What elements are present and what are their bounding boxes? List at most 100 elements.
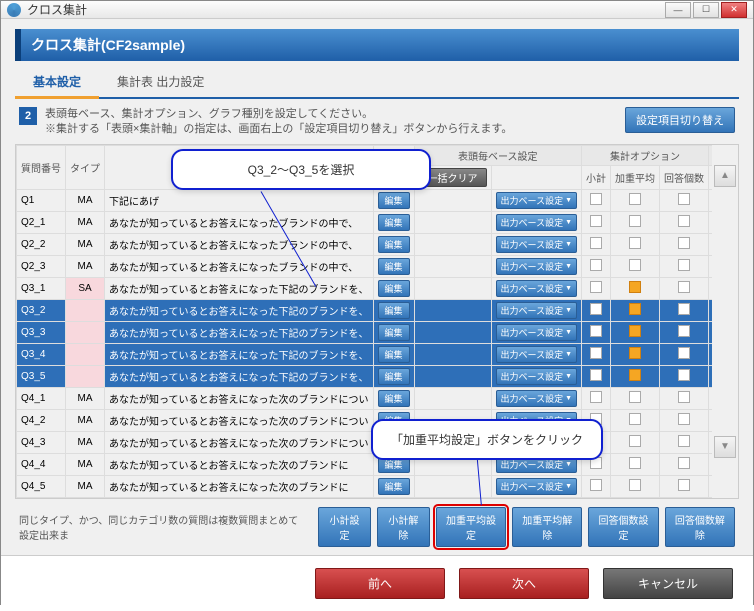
table-row[interactable]: Q4_2MAあなたが知っているとお答えになった次のブランドについ編集出力ベース設…: [17, 409, 713, 431]
next-button[interactable]: 次へ: [459, 568, 589, 599]
table-row[interactable]: Q2_2MAあなたが知っているとお答えになったブランドの中で、編集出力ベース設定…: [17, 233, 713, 255]
cancel-button[interactable]: キャンセル: [603, 568, 733, 599]
count-checkbox[interactable]: [678, 193, 690, 205]
cell-type: MA: [66, 431, 105, 453]
weight-checkbox[interactable]: [629, 303, 641, 315]
count-clear-button[interactable]: 回答個数解除: [665, 507, 735, 547]
table-row[interactable]: Q3_5あなたが知っているとお答えになった下記のブランドを、編集出力ベース設定 …: [17, 365, 713, 387]
prev-button[interactable]: 前へ: [315, 568, 445, 599]
weight-checkbox[interactable]: [629, 413, 641, 425]
count-checkbox[interactable]: [678, 281, 690, 293]
scroll-up-button[interactable]: ▲: [714, 165, 736, 187]
weight-checkbox[interactable]: [629, 391, 641, 403]
output-base-button[interactable]: 出力ベース設定 ▼: [496, 478, 578, 495]
edit-button[interactable]: 編集: [378, 236, 410, 253]
count-checkbox[interactable]: [678, 237, 690, 249]
subtotal-checkbox[interactable]: [590, 281, 602, 293]
weight-checkbox[interactable]: [629, 479, 641, 491]
subtotal-checkbox[interactable]: [590, 479, 602, 491]
count-checkbox[interactable]: [678, 435, 690, 447]
count-checkbox[interactable]: [678, 215, 690, 227]
output-base-button[interactable]: 出力ベース設定 ▼: [496, 192, 578, 209]
edit-button[interactable]: 編集: [378, 258, 410, 275]
count-checkbox[interactable]: [678, 413, 690, 425]
subtotal-checkbox[interactable]: [590, 215, 602, 227]
table-row[interactable]: Q2_3MAあなたが知っているとお答えになったブランドの中で、編集出力ベース設定…: [17, 255, 713, 277]
weight-checkbox[interactable]: [629, 259, 641, 271]
table-row[interactable]: Q4_1MAあなたが知っているとお答えになった次のブランドについ編集出力ベース設…: [17, 387, 713, 409]
subtotal-checkbox[interactable]: [590, 193, 602, 205]
switch-settings-button[interactable]: 設定項目切り替え: [625, 107, 735, 133]
subtotal-checkbox[interactable]: [590, 303, 602, 315]
edit-button[interactable]: 編集: [378, 390, 410, 407]
table-row[interactable]: Q3_1SAあなたが知っているとお答えになった下記のブランドを、編集出力ベース設…: [17, 277, 713, 299]
edit-button[interactable]: 編集: [378, 478, 410, 495]
table-row[interactable]: Q3_4あなたが知っているとお答えになった下記のブランドを、編集出力ベース設定 …: [17, 343, 713, 365]
subtotal-set-button[interactable]: 小計設定: [318, 507, 371, 547]
subtotal-checkbox[interactable]: [590, 391, 602, 403]
subtotal-checkbox[interactable]: [590, 369, 602, 381]
weight-checkbox[interactable]: [629, 347, 641, 359]
count-set-button[interactable]: 回答個数設定: [588, 507, 658, 547]
weight-checkbox[interactable]: [629, 281, 641, 293]
count-checkbox[interactable]: [678, 325, 690, 337]
weight-checkbox[interactable]: [629, 457, 641, 469]
close-button[interactable]: ✕: [721, 2, 747, 18]
output-base-button[interactable]: 出力ベース設定 ▼: [496, 324, 578, 341]
chevron-down-icon: ▼: [565, 329, 572, 336]
cell-type: [66, 365, 105, 387]
table-row[interactable]: Q1MA下記にあげ編集出力ベース設定 ▼棒（全1 ▾: [17, 189, 713, 211]
weight-checkbox[interactable]: [629, 435, 641, 447]
count-checkbox[interactable]: [678, 347, 690, 359]
maximize-button[interactable]: ☐: [693, 2, 719, 18]
table-row[interactable]: Q2_1MAあなたが知っているとお答えになったブランドの中で、編集出力ベース設定…: [17, 211, 713, 233]
table-row[interactable]: Q4_4MAあなたが知っているとお答えになった次のブランドに編集出力ベース設定 …: [17, 453, 713, 475]
titlebar: クロス集計 — ☐ ✕: [1, 1, 753, 19]
weight-set-button[interactable]: 加重平均設定: [436, 507, 506, 547]
edit-button[interactable]: 編集: [378, 368, 410, 385]
weight-checkbox[interactable]: [629, 237, 641, 249]
count-checkbox[interactable]: [678, 259, 690, 271]
output-base-button[interactable]: 出力ベース設定 ▼: [496, 236, 578, 253]
output-base-button[interactable]: 出力ベース設定 ▼: [496, 280, 578, 297]
edit-button[interactable]: 編集: [378, 280, 410, 297]
edit-button[interactable]: 編集: [378, 214, 410, 231]
output-base-button[interactable]: 出力ベース設定 ▼: [496, 346, 578, 363]
edit-button[interactable]: 編集: [378, 324, 410, 341]
table-row[interactable]: Q4_5MAあなたが知っているとお答えになった次のブランドに編集出力ベース設定 …: [17, 475, 713, 497]
output-base-button[interactable]: 出力ベース設定 ▼: [496, 390, 578, 407]
count-checkbox[interactable]: [678, 303, 690, 315]
count-checkbox[interactable]: [678, 479, 690, 491]
edit-button[interactable]: 編集: [378, 346, 410, 363]
weight-checkbox[interactable]: [629, 215, 641, 227]
output-base-button[interactable]: 出力ベース設定 ▼: [496, 214, 578, 231]
weight-checkbox[interactable]: [629, 193, 641, 205]
subtotal-checkbox[interactable]: [590, 325, 602, 337]
minimize-button[interactable]: —: [665, 2, 691, 18]
table-row[interactable]: Q3_3 あなたが知っているとお答えになった下記のブランドを、編集 出力ベース設定 …: [17, 321, 713, 343]
count-checkbox[interactable]: [678, 457, 690, 469]
subtotal-checkbox[interactable]: [590, 347, 602, 359]
weight-checkbox[interactable]: [629, 369, 641, 381]
cell-title: 下記にあげ: [105, 189, 374, 211]
subtotal-checkbox[interactable]: [590, 237, 602, 249]
cell-title: あなたが知っているとお答えになった下記のブランドを、: [105, 321, 374, 343]
subtotal-checkbox[interactable]: [590, 259, 602, 271]
weight-clear-button[interactable]: 加重平均解除: [512, 507, 582, 547]
count-checkbox[interactable]: [678, 391, 690, 403]
output-base-button[interactable]: 出力ベース設定 ▼: [496, 302, 578, 319]
weight-checkbox[interactable]: [629, 325, 641, 337]
tab-output[interactable]: 集計表 出力設定: [99, 67, 222, 97]
edit-button[interactable]: 編集: [378, 192, 410, 209]
subtotal-clear-button[interactable]: 小計解除: [377, 507, 430, 547]
table-row[interactable]: Q3_2あなたが知っているとお答えになった下記のブランドを、編集出力ベース設定 …: [17, 299, 713, 321]
output-base-button[interactable]: 出力ベース設定 ▼: [496, 368, 578, 385]
tab-basic[interactable]: 基本設定: [15, 67, 99, 99]
output-base-button[interactable]: 出力ベース設定 ▼: [496, 258, 578, 275]
count-checkbox[interactable]: [678, 369, 690, 381]
scroll-down-button[interactable]: ▼: [714, 436, 736, 458]
cell-base: [414, 387, 491, 409]
table-row[interactable]: Q4_3MAあなたが知っているとお答えになった次のブランドについ編集出力ベース設…: [17, 431, 713, 453]
cell-qno: Q3_3: [17, 321, 66, 343]
edit-button[interactable]: 編集: [378, 302, 410, 319]
